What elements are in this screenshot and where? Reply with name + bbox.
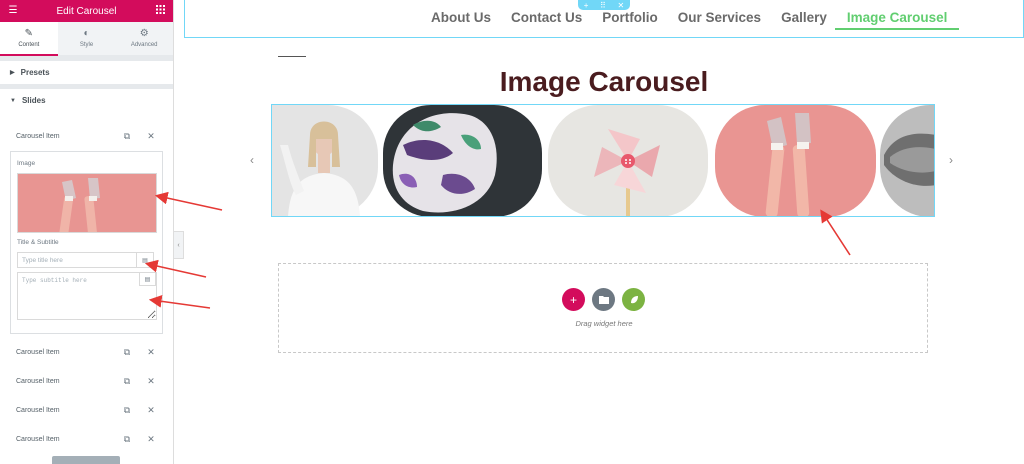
delete-section-icon[interactable]: ✕ — [617, 1, 624, 10]
title-subtitle-label: Title & Subtitle — [17, 239, 59, 246]
dynamic-tags-icon[interactable]: ▤ — [137, 252, 154, 268]
carousel-prev-arrow[interactable]: ‹ — [250, 153, 254, 167]
dropzone-buttons: + — [562, 288, 645, 311]
nav-item-contact-us[interactable]: Contact Us — [511, 10, 582, 30]
gear-icon: ⚙ — [139, 28, 149, 39]
repeater-item-label: Carousel Item — [16, 407, 60, 414]
plus-icon: + — [569, 292, 577, 307]
carousel-slide[interactable] — [272, 105, 378, 216]
editor-panel: ☰ Edit Carousel ✎ Content ◐ Style ⚙ Adva… — [0, 0, 174, 464]
add-item-button[interactable] — [52, 456, 120, 464]
main-nav: About Us Contact Us Portfolio Our Servic… — [431, 10, 979, 30]
page-title: Image Carousel — [499, 66, 709, 97]
close-icon[interactable]: ✕ — [139, 405, 163, 416]
section-slides[interactable]: ▼ Slides — [0, 84, 173, 112]
repeater-item-header[interactable]: Carousel Item ⧉ ✕ — [10, 122, 163, 151]
pencil-icon: ✎ — [24, 27, 34, 39]
dropzone-text: Drag widget here — [575, 319, 633, 328]
tab-advanced[interactable]: ⚙ Advanced — [115, 22, 173, 56]
repeater-item[interactable]: Carousel Item ⧉ ✕ — [10, 396, 163, 425]
folder-icon — [598, 296, 609, 304]
section-controls[interactable]: + ⠿ ✕ — [578, 0, 630, 10]
add-new-section-button[interactable]: + — [562, 288, 585, 311]
duplicate-icon[interactable]: ⧉ — [115, 434, 139, 445]
carousel-slide[interactable] — [715, 105, 876, 216]
repeater-item-label: Carousel Item — [16, 133, 60, 140]
nav-item-about-us[interactable]: About Us — [431, 10, 491, 30]
heading-divider — [278, 56, 306, 57]
carousel-slide[interactable] — [880, 105, 934, 216]
repeater-item[interactable]: Carousel Item ⧉ ✕ — [10, 338, 163, 367]
image-field-label: Image — [17, 160, 36, 167]
repeater-item[interactable]: Carousel Item ⧉ ✕ — [10, 367, 163, 396]
image-thumbnail[interactable] — [17, 173, 157, 233]
duplicate-icon[interactable]: ⧉ — [115, 405, 139, 416]
add-template-button[interactable] — [592, 288, 615, 311]
widgets-grid-icon[interactable] — [155, 5, 165, 17]
repeater-item-label: Carousel Item — [16, 378, 60, 385]
caret-down-icon: ▼ — [10, 97, 16, 104]
panel-title: Edit Carousel — [56, 5, 117, 17]
title-input-group: ▤ — [17, 252, 156, 268]
hamburger-menu-icon[interactable]: ☰ — [8, 6, 18, 16]
tab-advanced-label: Advanced — [130, 42, 158, 48]
tab-style[interactable]: ◐ Style — [57, 22, 116, 56]
nav-item-portfolio[interactable]: Portfolio — [602, 10, 658, 30]
repeater-item-label: Carousel Item — [16, 436, 60, 443]
tab-content[interactable]: ✎ Content — [0, 22, 58, 56]
carousel-slide[interactable] — [383, 105, 542, 216]
close-icon[interactable]: ✕ — [139, 376, 163, 387]
empty-section-dropzone[interactable]: + Drag widget here — [278, 263, 928, 353]
nav-item-image-carousel[interactable]: Image Carousel — [834, 10, 960, 30]
repeater-item[interactable]: Carousel Item ⧉ ✕ — [10, 425, 163, 454]
chevron-left-icon: ‹ — [177, 241, 180, 249]
tab-content-label: Content — [18, 41, 40, 48]
duplicate-icon[interactable]: ⧉ — [115, 347, 139, 358]
title-input[interactable] — [17, 252, 137, 268]
close-icon[interactable]: ✕ — [139, 347, 163, 358]
leaf-icon — [630, 295, 638, 303]
nav-item-gallery[interactable]: Gallery — [781, 10, 827, 30]
preview-canvas: + ⠿ ✕ About Us Contact Us Portfolio Our … — [184, 0, 1024, 464]
header-section[interactable]: + ⠿ ✕ About Us Contact Us Portfolio Our … — [184, 0, 1024, 38]
duplicate-icon[interactable]: ⧉ — [115, 131, 139, 142]
tab-style-label: Style — [79, 42, 94, 48]
subtitle-input-group: ▤ — [17, 272, 157, 325]
section-presets-label: Presets — [20, 68, 50, 77]
carousel-slide[interactable] — [548, 105, 708, 216]
repeater-item-label: Carousel Item — [16, 349, 60, 356]
section-presets[interactable]: ▶ Presets — [0, 56, 173, 84]
panel-header: ☰ Edit Carousel — [0, 0, 173, 22]
nav-item-our-services[interactable]: Our Services — [678, 10, 761, 30]
dynamic-tags-icon[interactable]: ▤ — [139, 272, 156, 286]
panel-tabs: ✎ Content ◐ Style ⚙ Advanced — [0, 22, 173, 56]
close-icon[interactable]: ✕ — [139, 131, 163, 142]
drag-handle-icon[interactable]: ⠿ — [600, 1, 606, 10]
contrast-icon: ◐ — [83, 28, 90, 39]
add-addon-button[interactable] — [622, 288, 645, 311]
close-icon[interactable]: ✕ — [139, 434, 163, 445]
carousel-next-arrow[interactable]: › — [949, 153, 953, 167]
subtitle-textarea[interactable] — [17, 272, 157, 320]
panel-collapse-handle[interactable]: ‹ — [174, 231, 184, 259]
image-carousel[interactable] — [271, 104, 935, 217]
section-slides-label: Slides — [21, 96, 46, 105]
caret-right-icon: ▶ — [10, 70, 15, 76]
duplicate-icon[interactable]: ⧉ — [115, 376, 139, 387]
slides-repeater: Carousel Item ⧉ ✕ Image Title & Subtitle — [0, 112, 173, 454]
add-section-icon[interactable]: + — [584, 1, 589, 10]
repeater-item-expanded: Image Title & Subtitle ▤ ▤ — [10, 151, 163, 334]
